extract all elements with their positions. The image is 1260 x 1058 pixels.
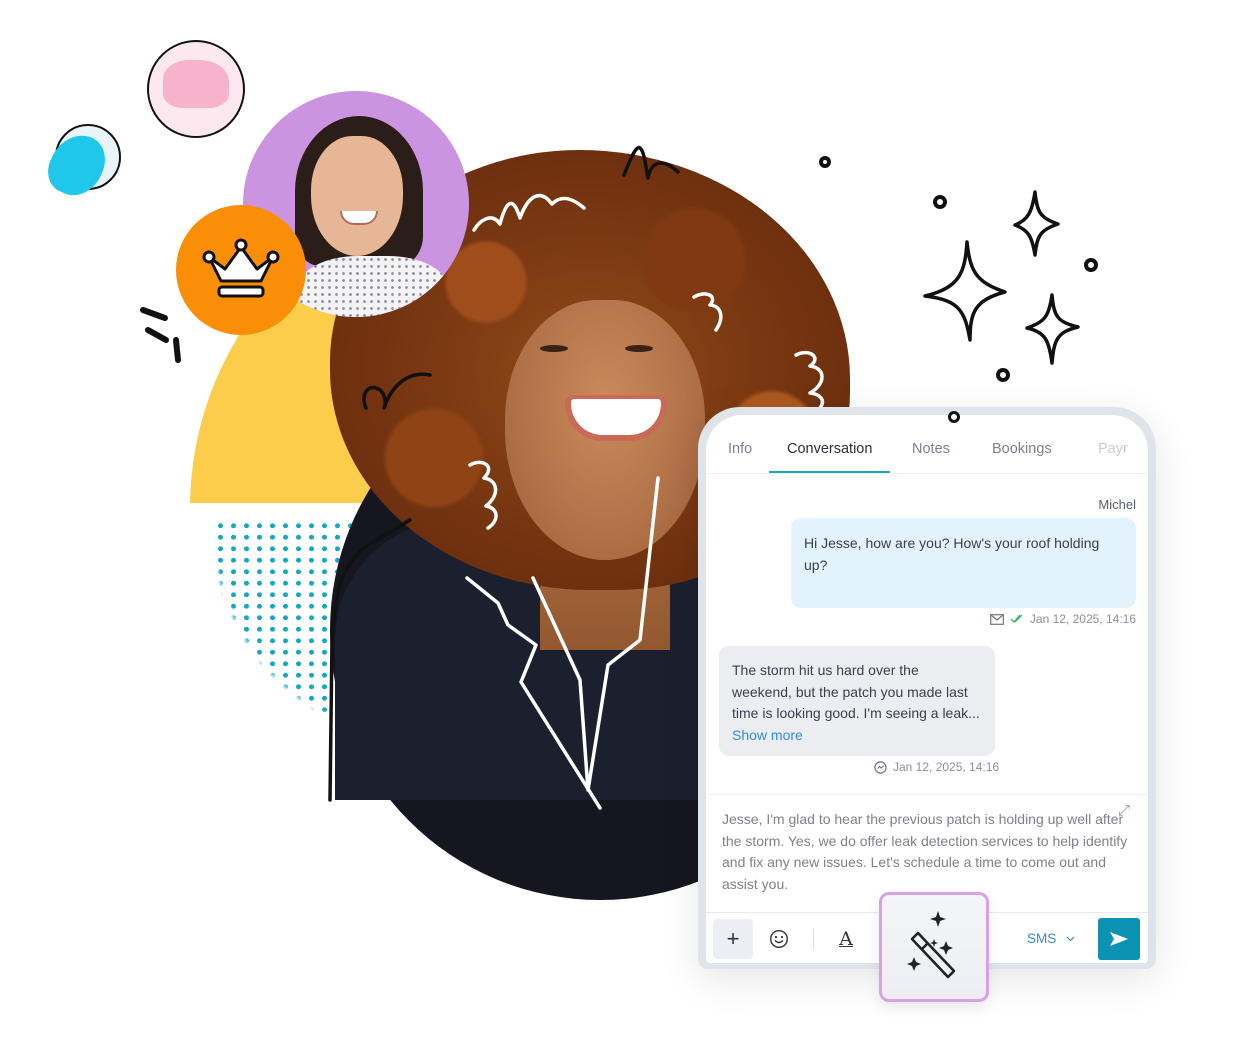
- crown-icon: [202, 238, 280, 298]
- sparkle-bottom: [1025, 293, 1080, 365]
- expand-icon[interactable]: ⤢: [1118, 800, 1130, 822]
- avatar-placeholder-blue: [40, 124, 121, 205]
- conversation-panel: Info Conversation Notes Bookings Payr Mi…: [706, 415, 1148, 963]
- white-squiggle-3c: [468, 460, 498, 530]
- avatar-shirt: [298, 256, 448, 317]
- emoji-button[interactable]: [759, 919, 799, 959]
- toolbar-divider: [813, 929, 814, 949]
- white-squiggle-3b: [794, 350, 825, 410]
- messenger-icon: [874, 760, 887, 774]
- black-collar-line: [328, 518, 412, 802]
- pink-blob-decoration: [163, 60, 229, 108]
- composer-draft-text[interactable]: Jesse, I'm glad to hear the previous pat…: [722, 811, 1127, 892]
- black-squiggle-left: [362, 372, 432, 410]
- black-squiggle-top: [622, 145, 680, 180]
- sender-name: Michel: [1098, 497, 1136, 512]
- white-lapel-right: [531, 476, 660, 792]
- outgoing-message-bubble: Hi Jesse, how are you? How's your roof h…: [791, 518, 1136, 608]
- envelope-icon: [990, 613, 1004, 625]
- tab-bookings[interactable]: Bookings: [992, 441, 1052, 471]
- magic-wand-icon: [907, 911, 956, 979]
- double-check-icon: [1010, 614, 1023, 623]
- burst-line-2: [145, 327, 169, 343]
- small-ring-1: [819, 156, 831, 168]
- white-squiggle-3a: [692, 292, 723, 332]
- tab-conversation[interactable]: Conversation: [769, 441, 891, 473]
- sparkle-top: [1013, 190, 1060, 257]
- tab-bar: Info Conversation Notes Bookings Payr: [706, 415, 1148, 474]
- tab-notes[interactable]: Notes: [912, 441, 950, 471]
- crown-badge: [176, 205, 306, 335]
- outgoing-message-text: Hi Jesse, how are you? How's your roof h…: [804, 535, 1100, 573]
- incoming-message-text: The storm hit us hard over the weekend, …: [732, 662, 980, 721]
- small-ring-4: [996, 368, 1010, 382]
- phone-frame: Info Conversation Notes Bookings Payr Mi…: [698, 407, 1156, 969]
- outgoing-timestamp: Jan 12, 2025, 14:16: [1029, 612, 1136, 626]
- burst-line-1: [140, 307, 168, 321]
- outgoing-message-meta: Jan 12, 2025, 14:16: [990, 612, 1136, 626]
- text-format-button[interactable]: A: [826, 919, 866, 959]
- incoming-message-bubble: The storm hit us hard over the weekend, …: [719, 646, 995, 756]
- chevron-down-icon: [1066, 936, 1075, 941]
- channel-select[interactable]: SMS: [1027, 931, 1075, 946]
- ai-magic-button[interactable]: [879, 892, 989, 1002]
- incoming-timestamp: Jan 12, 2025, 14:16: [893, 760, 1000, 774]
- small-ring-2: [933, 195, 947, 209]
- smiley-icon: [769, 929, 789, 949]
- sparkle-large: [923, 240, 1007, 342]
- send-icon: [1110, 932, 1128, 946]
- burst-line-3: [173, 337, 181, 363]
- tab-info[interactable]: Info: [728, 441, 752, 471]
- avatar-face: [311, 136, 403, 256]
- phone-camera-notch: [948, 411, 960, 423]
- add-attachment-button[interactable]: +: [713, 919, 753, 959]
- send-button[interactable]: [1098, 918, 1140, 960]
- tab-payments[interactable]: Payr: [1098, 441, 1128, 471]
- white-squiggle-top: [472, 193, 586, 232]
- incoming-message-meta: Jan 12, 2025, 14:16: [874, 760, 999, 774]
- small-ring-3: [1084, 258, 1098, 272]
- channel-selected-label: SMS: [1027, 931, 1057, 946]
- avatar-placeholder-pink: [147, 40, 245, 138]
- show-more-link[interactable]: Show more: [732, 727, 803, 743]
